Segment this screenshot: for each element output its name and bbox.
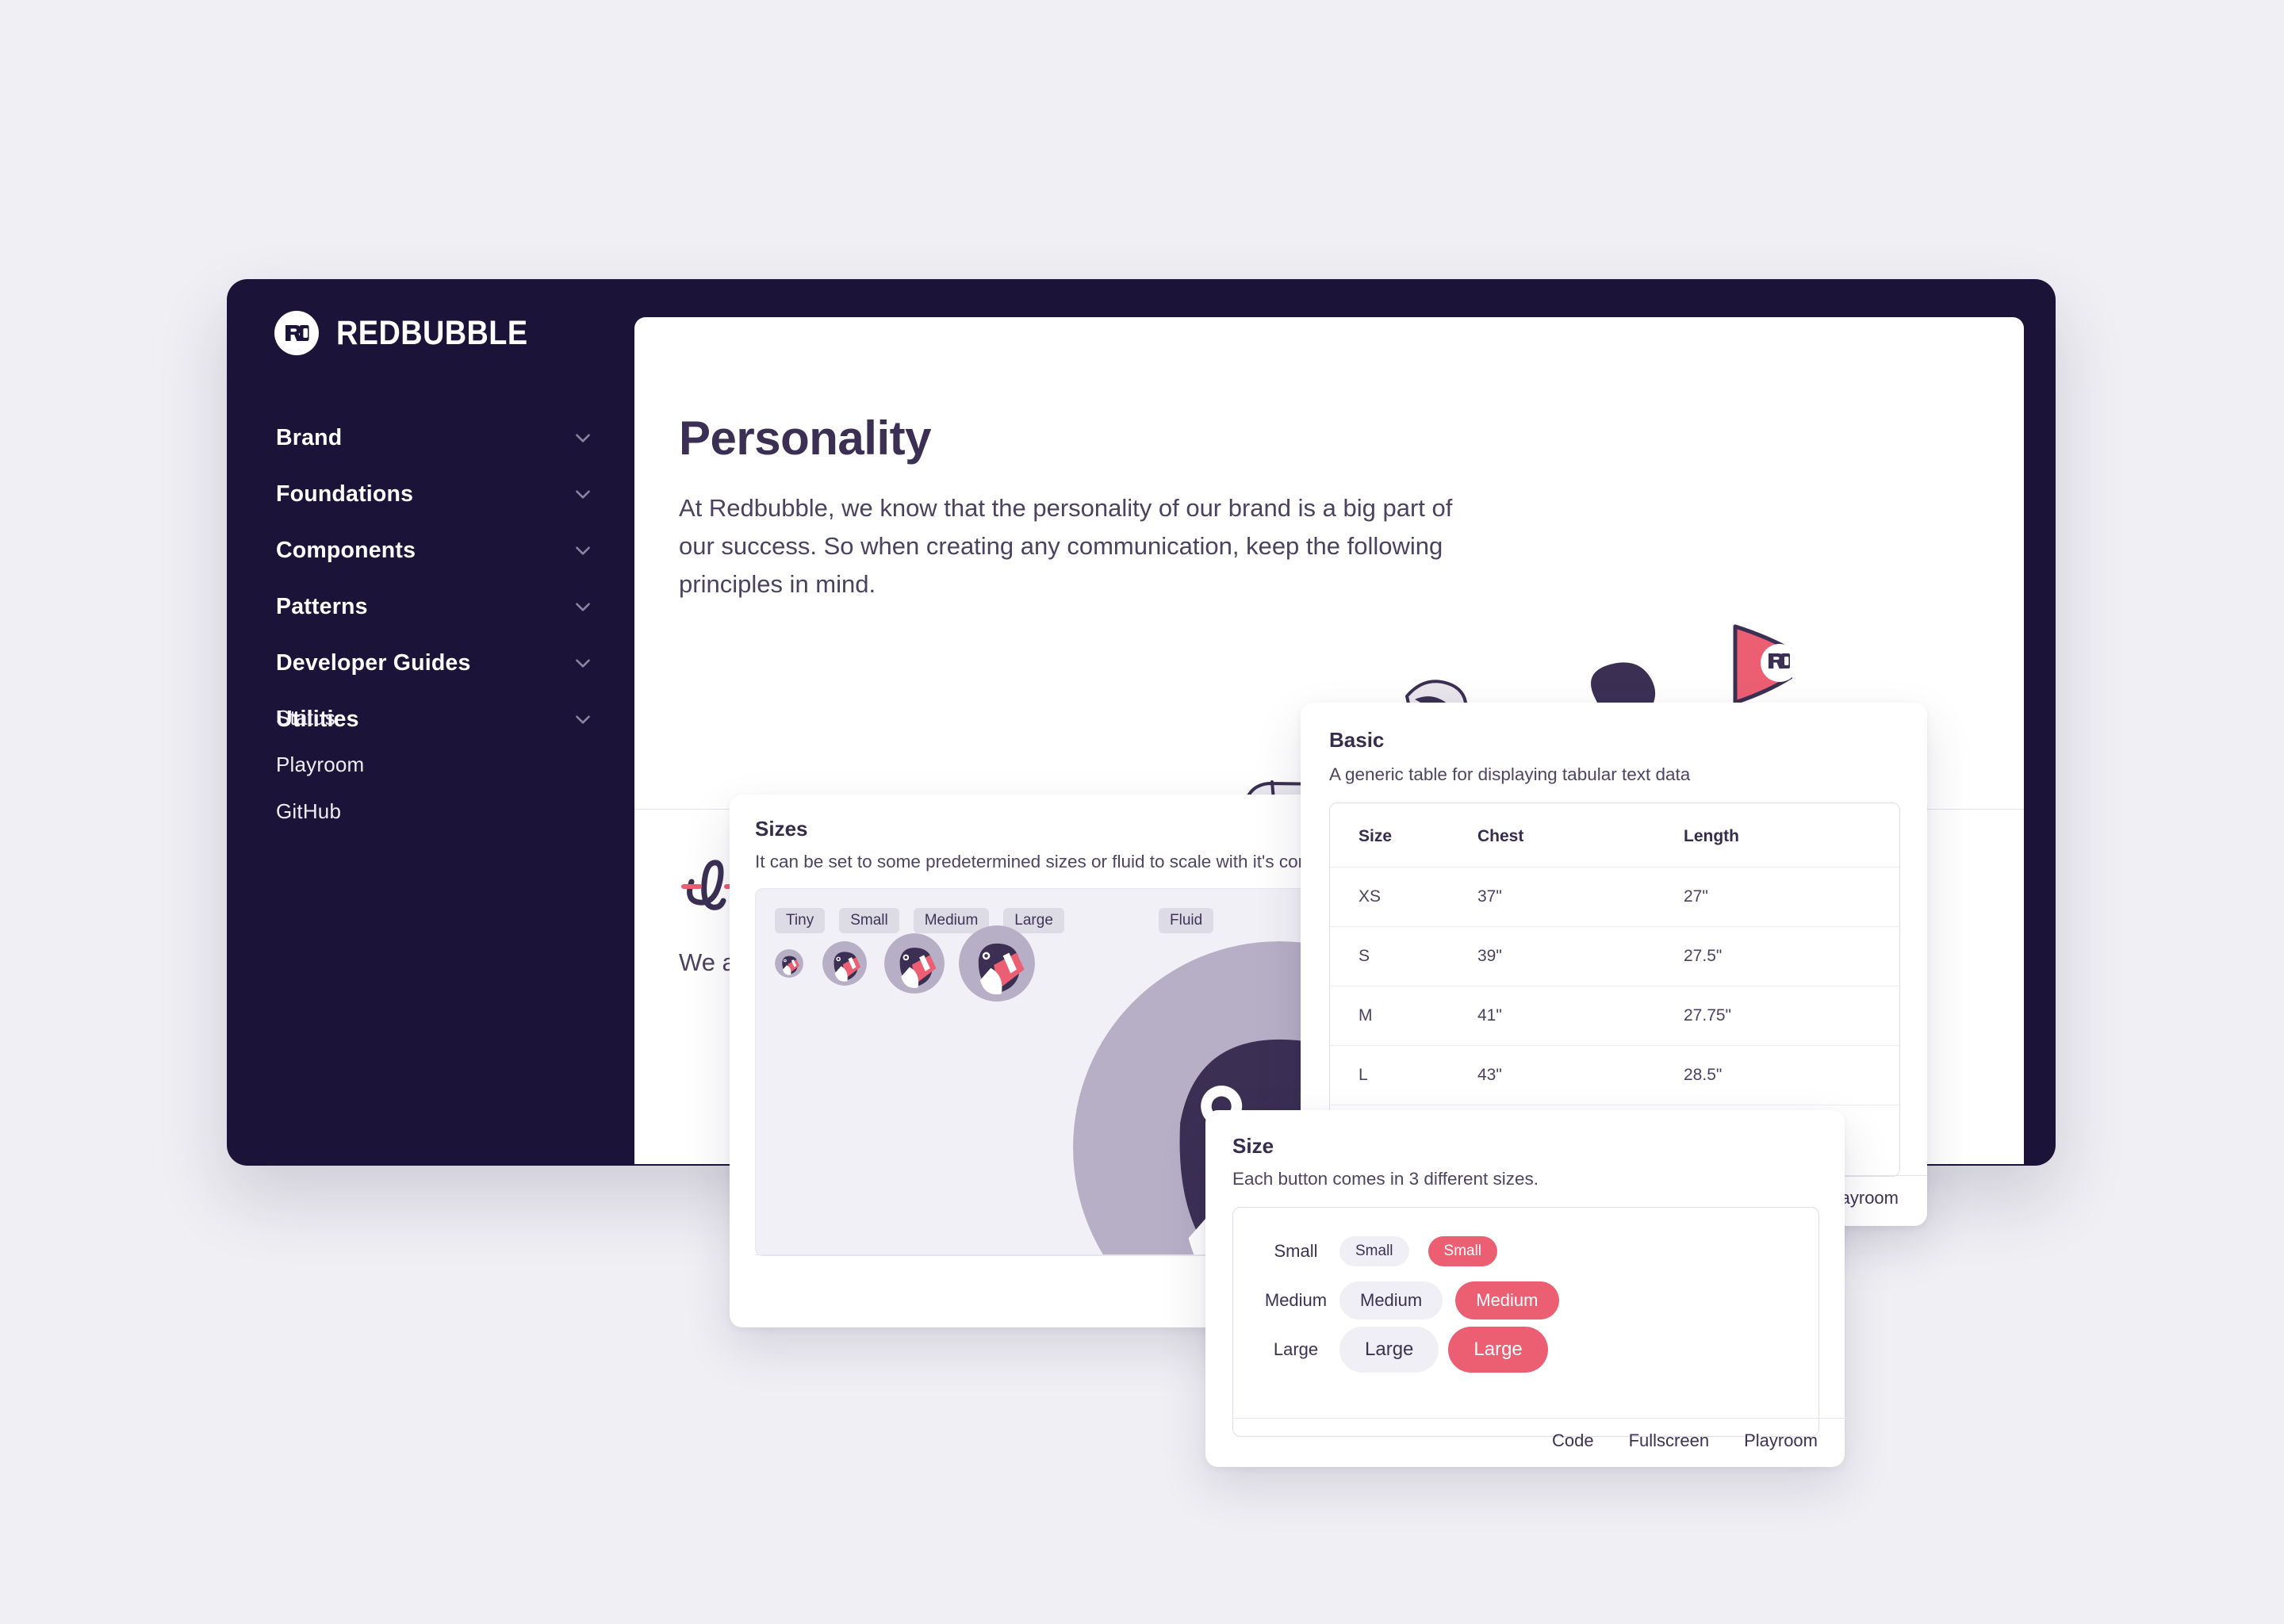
column-header-chest: Chest: [1477, 827, 1524, 845]
sizes-card-title: Sizes: [755, 817, 808, 841]
screenshot-stage: REDBUBBLE Brand Foundations Components P…: [0, 0, 2284, 1624]
basic-card-title: Basic: [1329, 728, 1385, 752]
cell-size: XS: [1330, 867, 1477, 927]
row-label-small: Small: [1274, 1241, 1318, 1261]
cell-size: L: [1330, 1045, 1477, 1105]
button-row-medium: Medium Medium Medium: [1252, 1276, 1559, 1325]
brand-wordmark: REDBUBBLE: [336, 313, 528, 352]
button-row-large: Large Large Large: [1252, 1325, 1559, 1374]
sidebar-item-developer-guides[interactable]: Developer Guides: [276, 645, 593, 680]
page-title: Personality: [679, 412, 931, 465]
size-buttons-demo-area: Small Small Small Medium Medium Medium L…: [1232, 1207, 1819, 1437]
button-row-small: Small Small Small: [1252, 1227, 1559, 1276]
sidebar-item-brand[interactable]: Brand: [276, 420, 593, 455]
brand-logo[interactable]: REDBUBBLE: [274, 311, 554, 355]
ghost-button-medium[interactable]: Medium: [1339, 1281, 1443, 1320]
chip-small: Small: [839, 908, 899, 933]
cell-length: 27.75": [1684, 986, 1899, 1046]
size-buttons-card: Size Each button comes in 3 different si…: [1205, 1110, 1846, 1467]
table-row: XS 37" 27": [1330, 867, 1899, 927]
sidebar-item-components[interactable]: Components: [276, 533, 593, 568]
cell-size: S: [1330, 926, 1477, 986]
sidebar-link-label: GitHub: [276, 799, 342, 823]
sidebar-item-foundations[interactable]: Foundations: [276, 477, 593, 511]
sidebar-links: Status Playroom GitHub: [276, 706, 593, 846]
sidebar-item-label: Brand: [276, 424, 343, 450]
sidebar-item-label: Developer Guides: [276, 649, 471, 676]
chevron-down-icon: [576, 546, 590, 555]
column-header-size: Size: [1359, 827, 1393, 845]
cell-chest: 41": [1477, 986, 1684, 1046]
avatar-large: [959, 925, 1035, 1002]
cell-size: M: [1330, 986, 1477, 1046]
size-card-footer: Code Fullscreen Playroom: [1232, 1418, 1846, 1463]
chevron-down-icon: [576, 659, 590, 668]
footer-link-fullscreen[interactable]: Fullscreen: [1629, 1431, 1709, 1451]
row-label-large: Large: [1273, 1339, 1319, 1359]
sidebar-link-label: Playroom: [276, 753, 365, 776]
sidebar-item-label: Patterns: [276, 593, 368, 619]
table-row: S 39" 27.5": [1330, 926, 1899, 986]
chip-tiny: Tiny: [775, 908, 826, 933]
page-intro-text: At Redbubble, we know that the personali…: [679, 494, 1453, 598]
sidebar-item-status[interactable]: Status: [276, 706, 593, 733]
table-row: M 41" 27.75": [1330, 986, 1899, 1046]
avatar-small: [822, 941, 867, 986]
chevron-down-icon: [576, 434, 590, 442]
chevron-down-icon: [576, 490, 590, 499]
cell-length: 27.5": [1684, 926, 1899, 986]
cell-chest: 37": [1477, 867, 1684, 927]
chip-fluid: Fluid: [1159, 908, 1214, 933]
basic-card-description: A generic table for displaying tabular t…: [1329, 764, 1691, 784]
footer-link-code[interactable]: Code: [1552, 1431, 1594, 1451]
cell-length: 28.5": [1684, 1045, 1899, 1105]
size-card-title: Size: [1232, 1134, 1274, 1158]
avatar-medium: [884, 933, 945, 994]
button-size-grid: Small Small Small Medium Medium Medium L…: [1252, 1227, 1559, 1374]
sidebar-link-label: Status: [276, 706, 335, 730]
table-row: L 43" 28.5": [1330, 1045, 1899, 1105]
sidebar-item-github[interactable]: GitHub: [276, 799, 593, 826]
footer-link-playroom[interactable]: Playroom: [1744, 1431, 1818, 1451]
ghost-button-large[interactable]: Large: [1339, 1327, 1439, 1373]
size-card-description: Each button comes in 3 different sizes.: [1232, 1169, 1539, 1189]
chevron-down-icon: [576, 603, 590, 611]
primary-button-large[interactable]: Large: [1448, 1327, 1548, 1373]
cell-chest: 43": [1477, 1045, 1684, 1105]
column-header-length: Length: [1684, 827, 1739, 845]
row-label-medium: Medium: [1264, 1290, 1328, 1310]
cell-length: 27": [1684, 867, 1899, 927]
sidebar: REDBUBBLE Brand Foundations Components P…: [227, 279, 636, 1166]
primary-button-medium[interactable]: Medium: [1455, 1281, 1559, 1320]
ghost-button-small[interactable]: Small: [1339, 1236, 1409, 1266]
sidebar-item-label: Foundations: [276, 481, 414, 507]
sidebar-item-playroom[interactable]: Playroom: [276, 753, 593, 779]
table-header-row: Size Chest Length: [1330, 803, 1899, 868]
primary-button-small[interactable]: Small: [1428, 1236, 1498, 1266]
redbubble-rb-logo-icon: [274, 311, 319, 355]
cell-chest: 39": [1477, 926, 1684, 986]
sidebar-item-patterns[interactable]: Patterns: [276, 589, 593, 624]
avatar-tiny: [775, 949, 803, 978]
sidebar-item-label: Components: [276, 537, 416, 563]
sizes-card-description: It can be set to some predetermined size…: [755, 852, 1353, 871]
